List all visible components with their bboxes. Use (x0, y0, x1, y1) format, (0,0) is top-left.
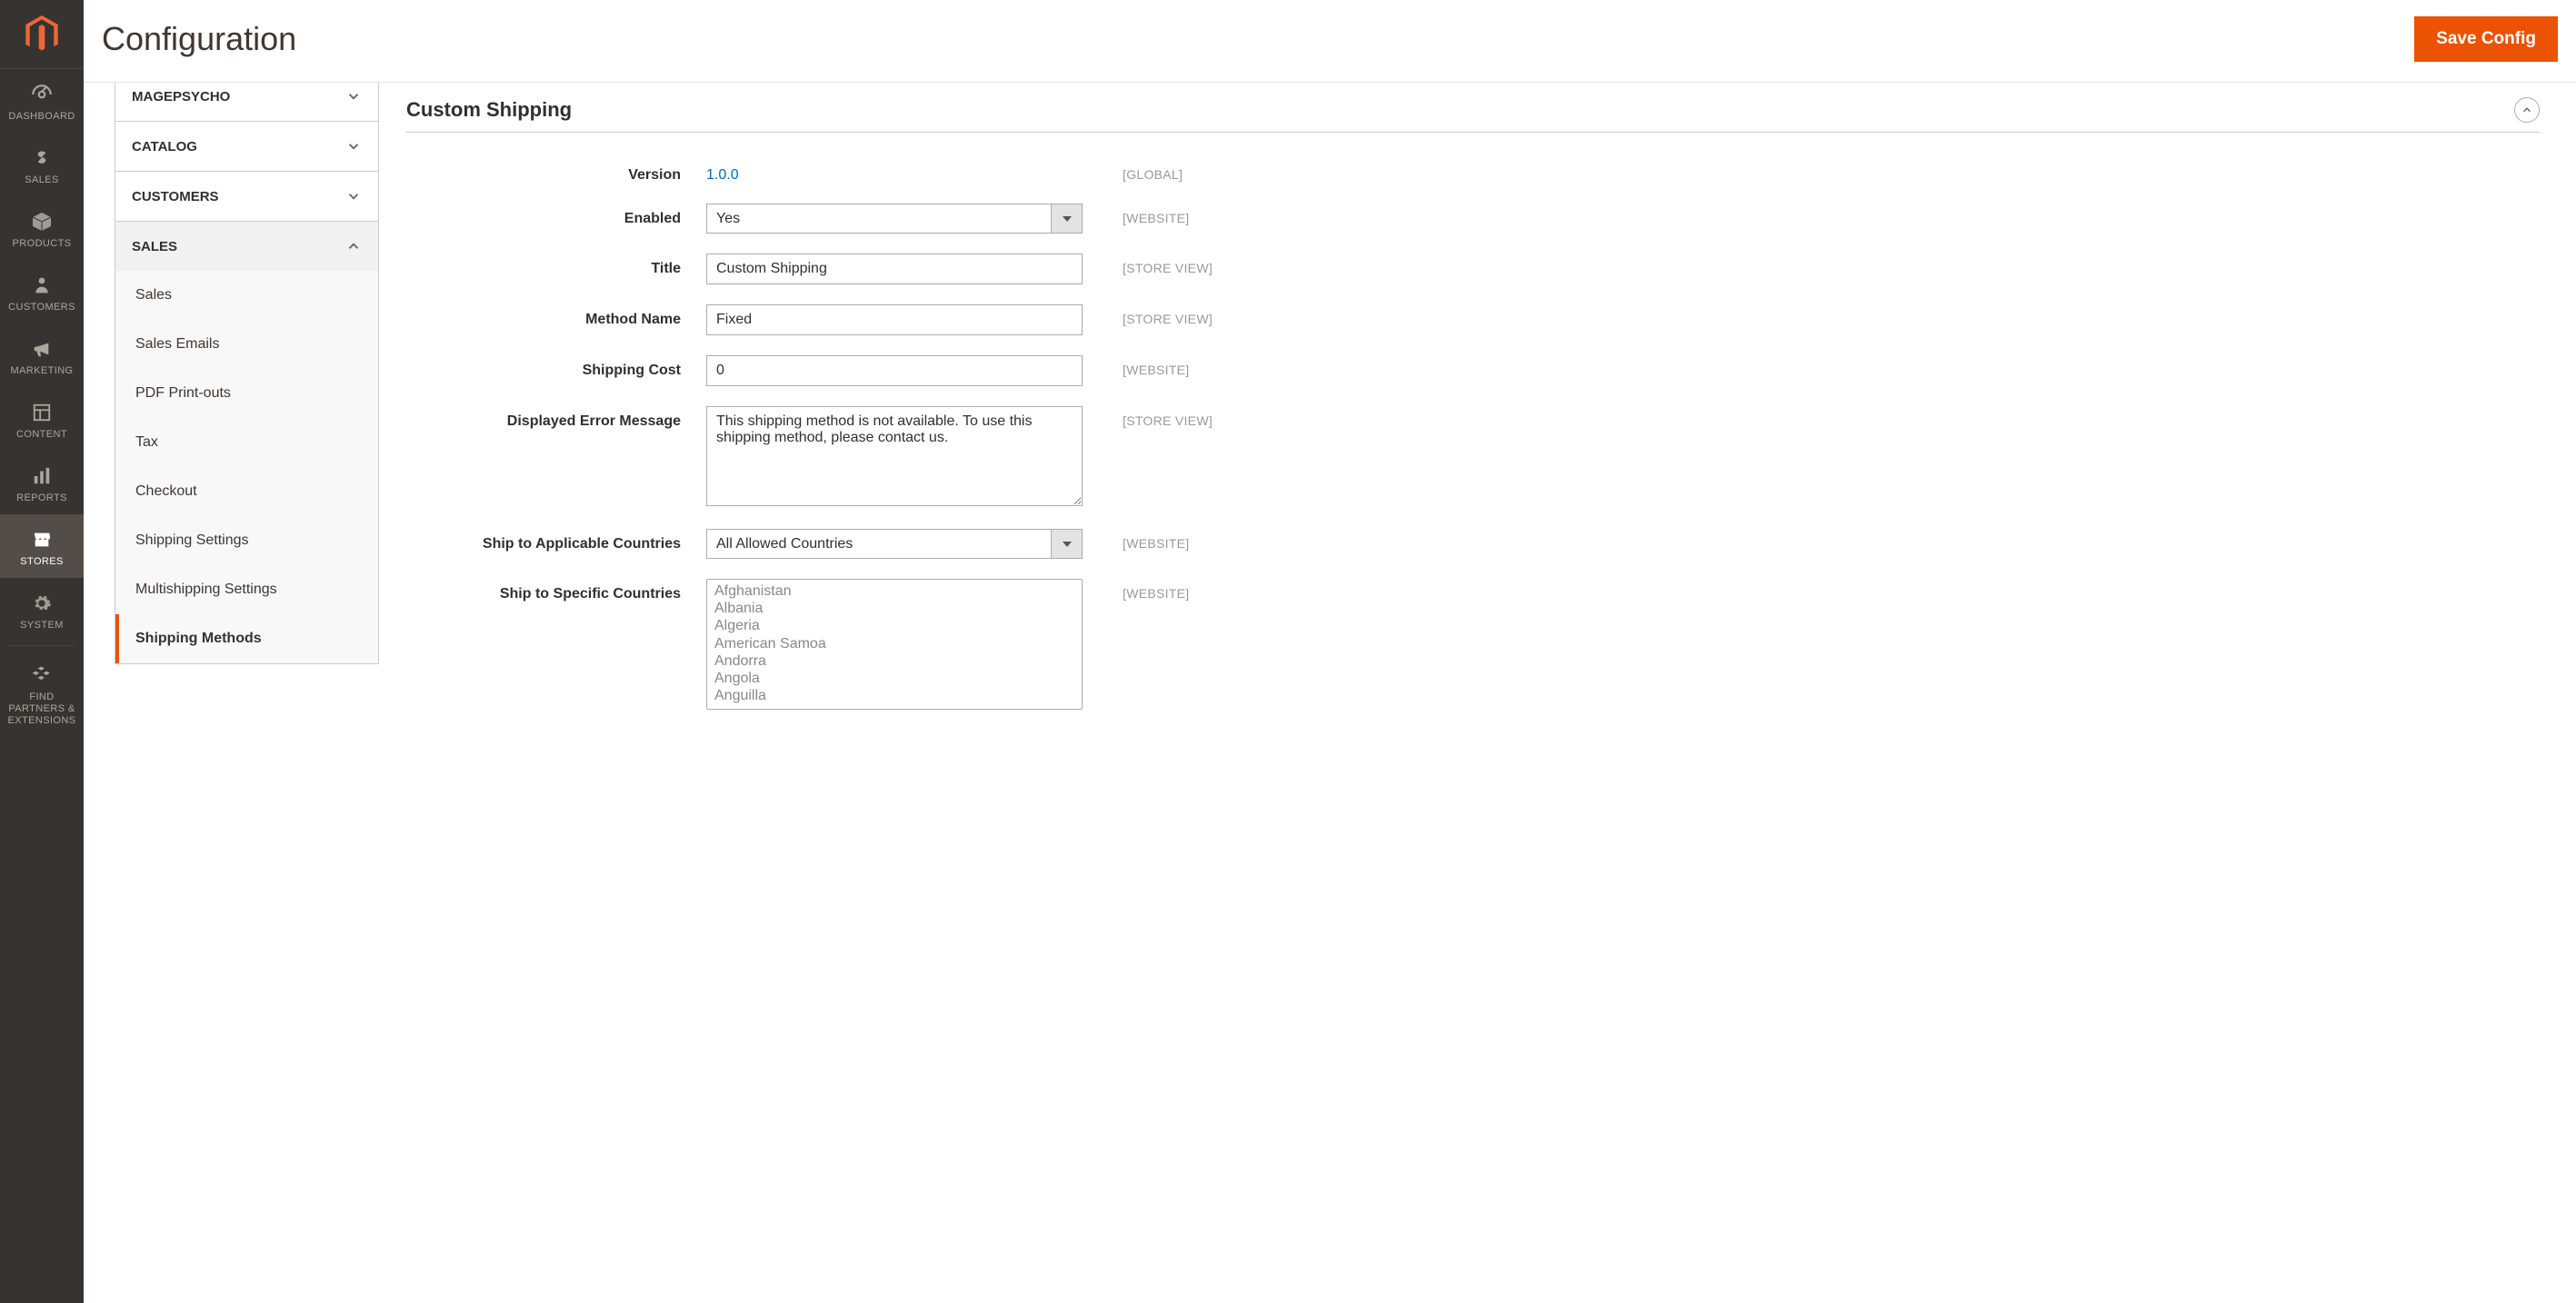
scope-label: [WEBSITE] (1083, 204, 1190, 225)
nav-label: STORES (20, 556, 63, 567)
config-form-panel: Custom Shipping Version 1.0.0 [GLOBAL] E… (379, 83, 2576, 1303)
gear-icon (29, 591, 55, 616)
save-config-button[interactable]: Save Config (2414, 16, 2558, 62)
section-title: Custom Shipping (406, 98, 572, 122)
title-input[interactable] (706, 254, 1083, 284)
page-title: Configuration (102, 20, 296, 58)
field-label: Method Name (406, 304, 706, 328)
nav-item-products[interactable]: PRODUCTS (0, 196, 84, 260)
tab-category-label: MAGEPSYCHO (132, 89, 230, 104)
chevron-up-icon (2521, 104, 2533, 116)
nav-item-marketing[interactable]: MARKETING (0, 323, 84, 387)
person-icon (29, 273, 55, 298)
scope-label: [GLOBAL] (1083, 160, 1183, 182)
nav-item-sales[interactable]: SALES (0, 133, 84, 196)
ship-applicable-select[interactable]: All Allowed Countries (706, 529, 1051, 559)
nav-item-customers[interactable]: CUSTOMERS (0, 260, 84, 323)
enabled-select[interactable]: Yes (706, 204, 1051, 234)
dollar-icon (29, 145, 55, 171)
layout-icon (29, 400, 55, 425)
megaphone-icon (29, 336, 55, 362)
scope-label: [WEBSITE] (1083, 355, 1190, 377)
section-collapse-button[interactable] (2514, 97, 2540, 123)
tab-sub-checkout[interactable]: Checkout (115, 467, 378, 516)
field-label: Title (406, 254, 706, 277)
field-error-message: Displayed Error Message [STORE VIEW] (406, 406, 2540, 509)
nav-label: CONTENT (16, 429, 67, 440)
nav-label: DASHBOARD (8, 111, 75, 122)
nav-item-partners[interactable]: FIND PARTNERS & EXTENSIONS (0, 650, 84, 739)
nav-label: PRODUCTS (13, 238, 72, 249)
bars-icon (29, 463, 55, 489)
storefront-icon (29, 527, 55, 552)
field-label: Shipping Cost (406, 355, 706, 379)
tab-sub-sales-emails[interactable]: Sales Emails (115, 320, 378, 369)
chevron-down-icon (345, 188, 362, 204)
field-label: Ship to Applicable Countries (406, 529, 706, 552)
nav-label: FIND PARTNERS & EXTENSIONS (4, 691, 80, 728)
tab-sub-pdf-printouts[interactable]: PDF Print-outs (115, 369, 378, 418)
field-ship-specific: Ship to Specific Countries Afghanistan A… (406, 579, 2540, 710)
blocks-icon (29, 662, 55, 688)
version-value: 1.0.0 (706, 160, 1083, 184)
config-tabs: MAGEPSYCHO CATALOG CUSTOMERS SALES Sales… (84, 83, 379, 1303)
field-label: Displayed Error Message (406, 406, 706, 430)
field-label: Version (406, 160, 706, 184)
tab-category-sales[interactable]: SALES (115, 221, 378, 271)
field-ship-applicable: Ship to Applicable Countries All Allowed… (406, 529, 2540, 559)
scope-label: [WEBSITE] (1083, 579, 1190, 601)
scope-label: [STORE VIEW] (1083, 254, 1213, 275)
nav-item-system[interactable]: SYSTEM (0, 578, 84, 642)
field-version: Version 1.0.0 [GLOBAL] (406, 160, 2540, 184)
chevron-down-icon (345, 88, 362, 104)
nav-label: MARKETING (11, 365, 74, 376)
tab-sub-shipping-methods[interactable]: Shipping Methods (115, 614, 378, 663)
gauge-icon (29, 82, 55, 107)
magento-logo[interactable] (0, 0, 84, 69)
tab-sub-multishipping[interactable]: Multishipping Settings (115, 565, 378, 614)
tab-sub-sales[interactable]: Sales (115, 271, 378, 320)
box-icon (29, 209, 55, 234)
chevron-down-icon (345, 138, 362, 154)
nav-label: SALES (25, 174, 58, 185)
tab-category-label: SALES (132, 239, 177, 254)
shipping-cost-input[interactable] (706, 355, 1083, 386)
scope-label: [STORE VIEW] (1083, 406, 1213, 428)
tab-category-magepsycho[interactable]: MAGEPSYCHO (115, 83, 378, 121)
nav-item-dashboard[interactable]: DASHBOARD (0, 69, 84, 133)
field-shipping-cost: Shipping Cost [WEBSITE] (406, 355, 2540, 386)
scope-label: [STORE VIEW] (1083, 304, 1213, 326)
ship-specific-multiselect[interactable]: Afghanistan Albania Algeria American Sam… (706, 579, 1083, 710)
chevron-up-icon (345, 238, 362, 254)
tab-category-label: CATALOG (132, 139, 197, 154)
select-handle-icon (1051, 529, 1083, 559)
field-label: Enabled (406, 204, 706, 227)
tab-sub-shipping-settings[interactable]: Shipping Settings (115, 516, 378, 565)
tab-category-catalog[interactable]: CATALOG (115, 121, 378, 171)
nav-label: SYSTEM (20, 620, 64, 631)
select-handle-icon (1051, 204, 1083, 234)
field-title: Title [STORE VIEW] (406, 254, 2540, 284)
scope-label: [WEBSITE] (1083, 529, 1190, 551)
field-method-name: Method Name [STORE VIEW] (406, 304, 2540, 335)
tab-category-customers[interactable]: CUSTOMERS (115, 171, 378, 221)
tab-category-label: CUSTOMERS (132, 189, 219, 204)
nav-label: CUSTOMERS (8, 302, 75, 313)
section-header[interactable]: Custom Shipping (406, 97, 2540, 133)
admin-sidebar: DASHBOARD SALES PRODUCTS CUSTOMERS MARKE… (0, 0, 84, 1303)
method-name-input[interactable] (706, 304, 1083, 335)
nav-item-stores[interactable]: STORES (0, 514, 84, 578)
nav-item-reports[interactable]: REPORTS (0, 451, 84, 514)
page-header: Configuration Save Config (84, 0, 2576, 83)
error-message-textarea[interactable] (706, 406, 1083, 506)
field-label: Ship to Specific Countries (406, 579, 706, 602)
nav-item-content[interactable]: CONTENT (0, 387, 84, 451)
tab-sub-tax[interactable]: Tax (115, 418, 378, 467)
nav-label: REPORTS (16, 492, 67, 503)
field-enabled: Enabled Yes [WEBSITE] (406, 204, 2540, 234)
